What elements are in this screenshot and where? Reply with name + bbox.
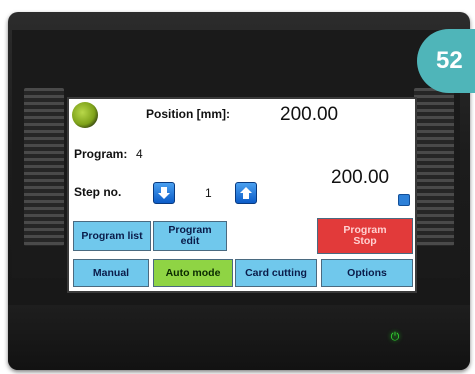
arrow-down-icon [158, 187, 170, 199]
position-label: Position [mm]: [146, 107, 230, 121]
program-stop-button[interactable]: Program Stop [317, 218, 413, 254]
options-label: Options [347, 266, 387, 279]
arrow-up-icon [240, 187, 252, 199]
program-edit-label-2: edit [180, 235, 200, 247]
power-icon[interactable]: ⏻ [389, 331, 401, 343]
page-number-badge: 52 [417, 29, 475, 93]
program-list-button[interactable]: Program list [73, 221, 151, 251]
card-cutting-label: Card cutting [245, 266, 307, 279]
position-value: 200.00 [280, 104, 339, 125]
program-edit-button[interactable]: Program edit [153, 221, 227, 251]
step-down-button[interactable] [153, 182, 175, 204]
left-vent-grille [24, 88, 64, 246]
step-up-button[interactable] [235, 182, 257, 204]
status-indicator-led [72, 102, 98, 128]
manual-label: Manual [92, 266, 130, 279]
step-value: 1 [205, 186, 212, 200]
options-button[interactable]: Options [321, 259, 413, 287]
target-value: 200.00 [331, 167, 390, 188]
touch-screen: Position [mm]: 200.00 Program: 4 Step no… [67, 97, 417, 293]
card-cutting-button[interactable]: Card cutting [235, 259, 317, 287]
program-list-label: Program list [81, 229, 143, 242]
program-stop-label-2: Stop [353, 235, 377, 247]
auto-mode-button[interactable]: Auto mode [153, 259, 233, 287]
manual-button[interactable]: Manual [73, 259, 149, 287]
auto-mode-label: Auto mode [165, 266, 221, 279]
program-value: 4 [136, 147, 143, 161]
small-blue-icon[interactable] [398, 194, 410, 206]
step-label: Step no. [74, 185, 122, 199]
program-label: Program: [74, 147, 128, 161]
right-vent-grille [414, 88, 454, 246]
